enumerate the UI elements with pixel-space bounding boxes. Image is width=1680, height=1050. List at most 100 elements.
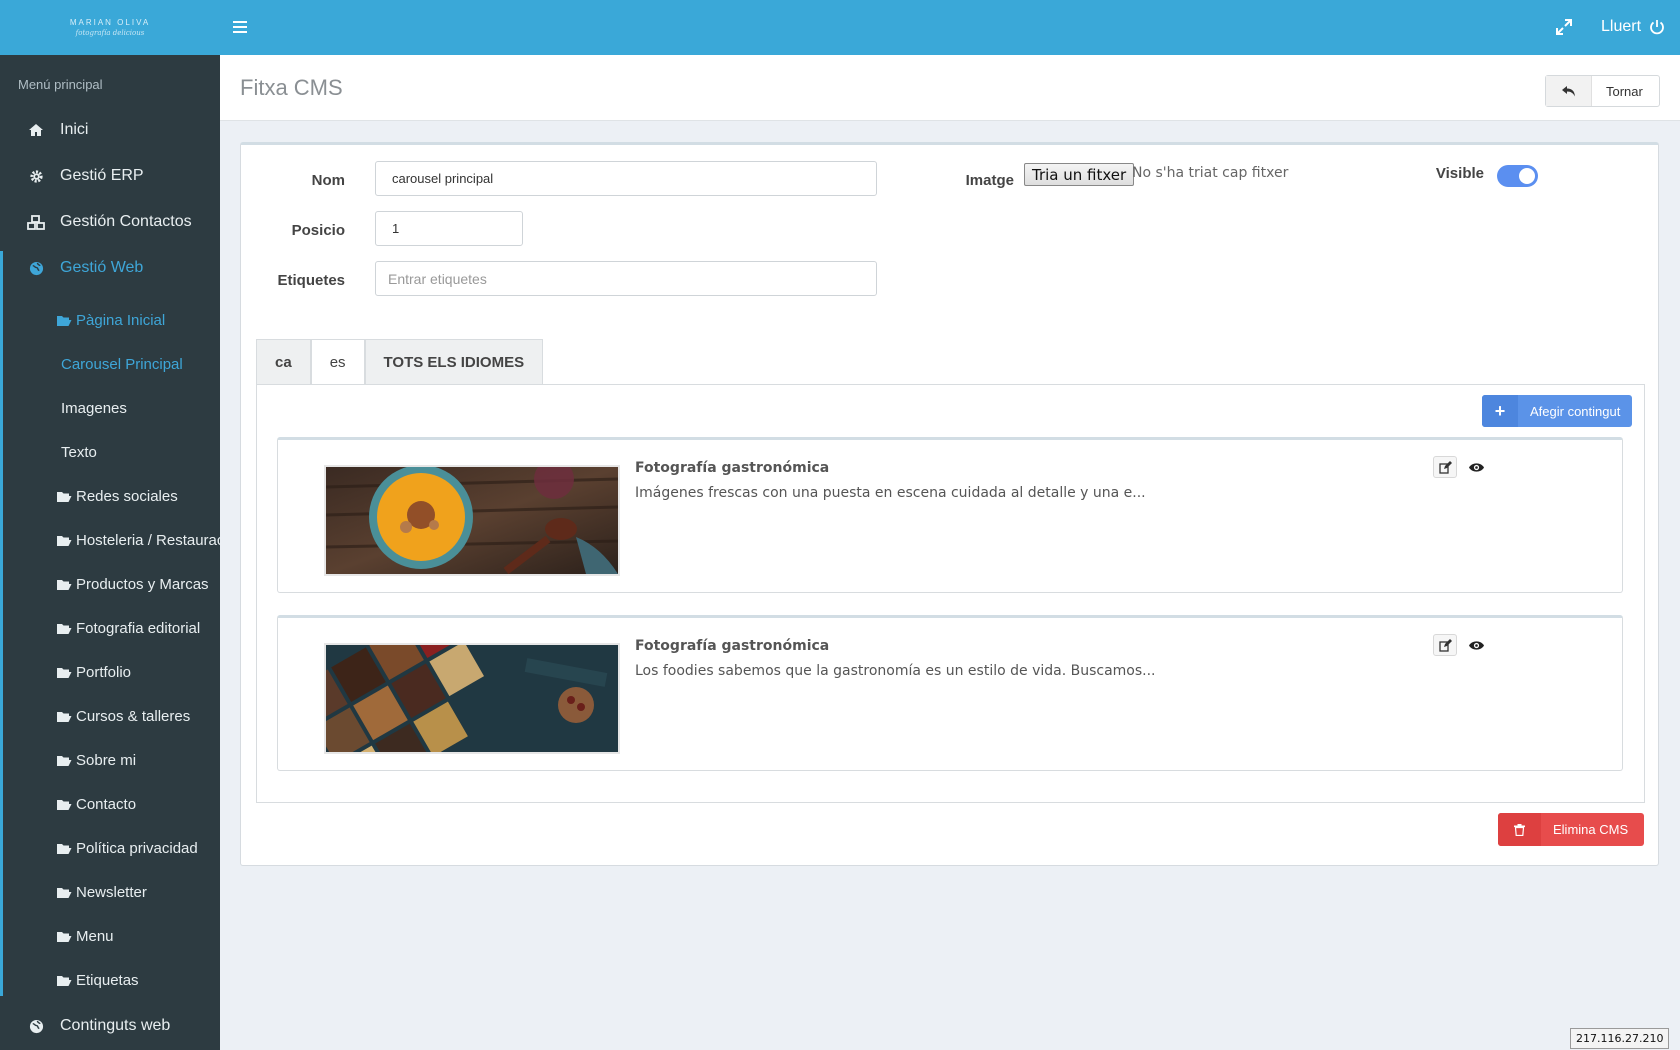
content-header: Fitxa CMS Tornar [220, 55, 1680, 121]
sidebar-item-label: Newsletter [76, 883, 147, 901]
etiquetes-input[interactable]: Entrar etiquetes [375, 261, 877, 296]
sidebar-item-label: Hosteleria / Restauración [76, 531, 220, 549]
sidebar-item-etiquetas[interactable]: Etiquetas [0, 963, 220, 997]
soup-thumbnail [324, 465, 620, 576]
sidebar-item-sobre-mi[interactable]: Sobre mi [0, 743, 220, 777]
card-title: Fotografía gastronómica [635, 460, 830, 476]
folder-open-icon [56, 710, 72, 723]
sidebar-item-label: Gestió Web [60, 259, 144, 276]
add-content-button[interactable]: + Afegir contingut [1482, 395, 1633, 427]
nom-label: Nom [311, 172, 345, 189]
sidebar-item-productos-marcas[interactable]: Productos y Marcas [0, 567, 220, 601]
sidebar-item-label: Gestión Contactos [60, 213, 192, 230]
sidebar-item-inici[interactable]: Inici [0, 112, 220, 148]
tab-tots-els-idiomes[interactable]: TOTS ELS IDIOMES [364, 339, 544, 385]
nom-input[interactable]: carousel principal [375, 161, 877, 196]
logout-label: Lluert [1601, 18, 1642, 35]
sidebar-item-label: Etiquetas [76, 971, 139, 989]
sidebar-item-label: Productos y Marcas [76, 575, 209, 593]
cubes-icon [26, 214, 46, 230]
file-status-text: No s'ha triat cap fitxer [1132, 165, 1289, 181]
sidebar-item-label: Sobre mi [76, 751, 137, 769]
sidebar-item-label: Pàgina Inicial [76, 311, 166, 329]
tab-pane-es: + Afegir contingut Fotografía gastronómi… [256, 384, 1645, 803]
trash-icon [1498, 813, 1541, 846]
folder-open-icon [56, 842, 72, 855]
sidebar-item-portfolio[interactable]: Portfolio [0, 655, 220, 689]
delete-cms-button[interactable]: Elimina CMS [1498, 813, 1645, 846]
sidebar-item-hosteleria[interactable]: Hosteleria / Restauración [0, 523, 220, 557]
folder-open-icon [56, 534, 72, 547]
back-button-label: Tornar [1606, 83, 1643, 99]
sidebar-item-label: Menu [76, 927, 114, 945]
logout-button[interactable]: Lluert [1601, 16, 1665, 38]
posicio-input[interactable]: 1 [375, 211, 523, 246]
etiquetes-label: Etiquetes [277, 272, 345, 289]
posicio-label: Posicio [291, 222, 345, 239]
sidebar-item-label: Inici [60, 121, 89, 138]
hamburger-menu-icon[interactable] [233, 17, 253, 37]
reply-icon [1546, 76, 1592, 106]
sidebar-item-label: Contacto [76, 795, 137, 813]
folder-open-icon [56, 930, 72, 943]
content-card: Fotografía gastronómica Imágenes frescas… [277, 437, 1623, 593]
cms-form-panel: Nom carousel principal Posicio 1 Etiquet… [240, 142, 1659, 866]
sidebar-item-label: Gestió ERP [60, 167, 144, 184]
edit-icon[interactable] [1433, 456, 1457, 478]
sidebar-item-menu[interactable]: Menu [0, 919, 220, 953]
sidebar-item-texto[interactable]: Texto [0, 435, 220, 469]
power-icon [1650, 20, 1664, 35]
language-tabs: ca es TOTS ELS IDIOMES [256, 339, 544, 385]
sidebar-item-imagenes[interactable]: Imagenes [0, 391, 220, 425]
sidebar-item-label: Redes sociales [76, 487, 178, 505]
sidebar-item-label: Cursos & talleres [76, 707, 191, 725]
imatge-label: Imatge [965, 172, 1014, 189]
brand-line-1: MARIAN OLIVA [69, 18, 151, 27]
tab-ca[interactable]: ca [256, 339, 311, 385]
folder-open-icon [56, 490, 72, 503]
sidebar-item-newsletter[interactable]: Newsletter [0, 875, 220, 909]
folder-open-icon [56, 754, 72, 767]
sidebar-item-pagina-inicial[interactable]: Pàgina Inicial [0, 303, 220, 337]
sidebar-item-label: Política privacidad [76, 839, 198, 857]
edit-icon[interactable] [1433, 634, 1457, 656]
eye-icon[interactable] [1466, 636, 1486, 654]
content-card: Fotografía gastronómica Los foodies sabe… [277, 615, 1623, 771]
sidebar-item-label: Continguts web [60, 1017, 171, 1034]
card-text: Imágenes frescas con una puesta en escen… [635, 485, 1146, 501]
toggle-knob [1519, 168, 1535, 184]
sidebar-item-redes-sociales[interactable]: Redes sociales [0, 479, 220, 513]
sidebar-item-gestio-erp[interactable]: Gestió ERP [0, 158, 220, 194]
folder-open-icon [56, 622, 72, 635]
card-text: Los foodies sabemos que la gastronomía e… [635, 663, 1156, 679]
card-title: Fotografía gastronómica [635, 638, 830, 654]
sidebar: Menú principal Inici Gestió ERP Gestión … [0, 55, 220, 1050]
sidebar-item-gestio-web[interactable]: Gestió Web [0, 250, 220, 286]
folder-open-icon [56, 314, 72, 327]
globe-icon [26, 1018, 46, 1034]
brand-logo[interactable]: MARIAN OLIVA fotografía delicious [0, 0, 220, 55]
expand-icon[interactable] [1555, 18, 1573, 36]
sidebar-header: Menú principal [18, 77, 103, 92]
folder-open-icon [56, 798, 72, 811]
sidebar-item-continguts-web[interactable]: Continguts web [0, 1008, 220, 1044]
sidebar-item-label: Portfolio [76, 663, 132, 681]
sidebar-item-cursos-talleres[interactable]: Cursos & talleres [0, 699, 220, 733]
file-choose-button[interactable]: Tria un fitxer [1024, 163, 1135, 186]
folder-open-icon [56, 578, 72, 591]
sidebar-item-carousel-principal[interactable]: Carousel Principal [0, 347, 220, 381]
spices-thumbnail [324, 643, 620, 754]
tab-es[interactable]: es [310, 339, 365, 385]
sidebar-item-politica-privacidad[interactable]: Política privacidad [0, 831, 220, 865]
back-button[interactable]: Tornar [1545, 75, 1660, 107]
delete-cms-label: Elimina CMS [1553, 822, 1629, 837]
sidebar-item-label: Imagenes [61, 399, 127, 417]
sidebar-item-contacto[interactable]: Contacto [0, 787, 220, 821]
eye-icon[interactable] [1466, 458, 1486, 476]
sidebar-item-fotografia-editorial[interactable]: Fotografia editorial [0, 611, 220, 645]
brand-line-2: fotografía delicious [75, 29, 145, 37]
ip-address-tooltip: 217.116.27.210 [1570, 1028, 1670, 1049]
sidebar-item-gestion-contactos[interactable]: Gestión Contactos [0, 204, 220, 240]
plus-icon: + [1482, 395, 1518, 427]
visible-toggle[interactable] [1497, 165, 1538, 187]
